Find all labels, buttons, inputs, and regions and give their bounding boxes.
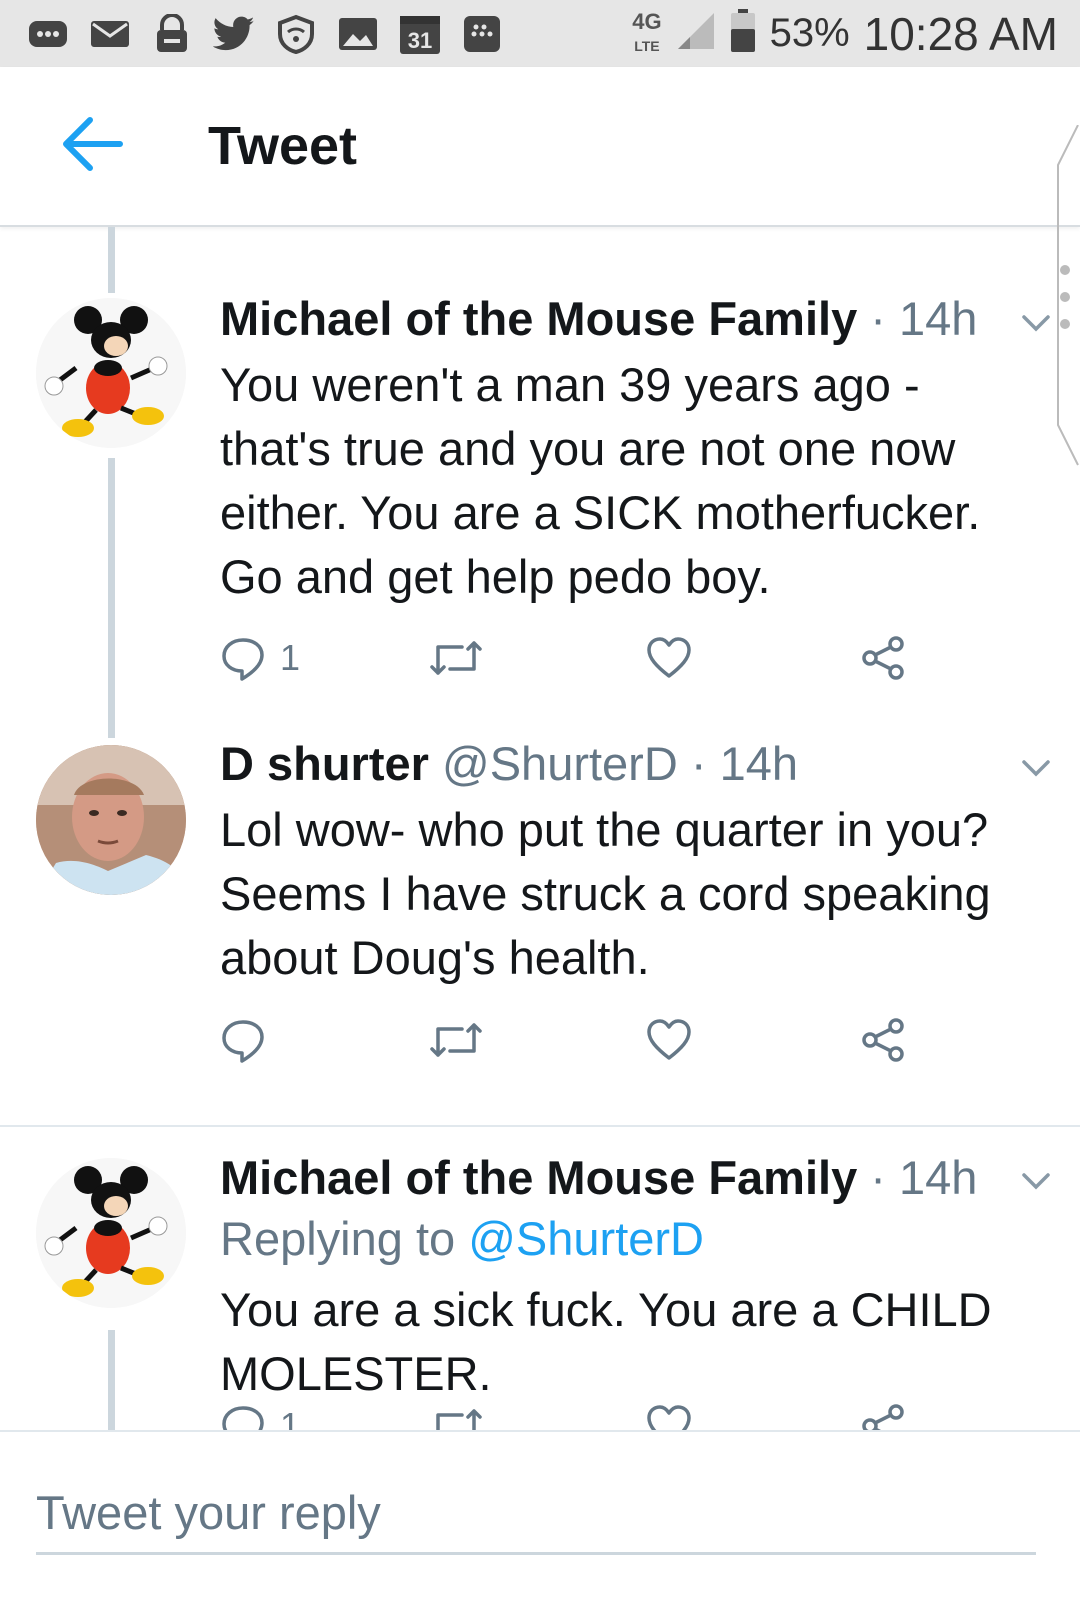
tweet-actions: 1 — [220, 630, 940, 686]
replying-to-mention[interactable]: @ShurterD — [468, 1212, 704, 1265]
tweet-time: 14h — [719, 737, 798, 790]
share-button[interactable] — [860, 630, 906, 686]
signal-icon — [676, 11, 716, 56]
page-title: Tweet — [208, 116, 358, 176]
share-icon — [862, 1018, 904, 1062]
calendar-icon: 31 — [398, 12, 442, 56]
tweet: Michael of the Mouse Family · 14h Replyi… — [220, 1150, 1030, 1406]
tweet: D shurter @ShurterD · 14h Lol wow- who p… — [220, 736, 1030, 990]
reply-composer — [0, 1430, 1080, 1622]
back-button[interactable] — [52, 109, 132, 179]
vpn-lock-icon — [150, 12, 194, 56]
reply-count: 1 — [280, 637, 301, 678]
calendar-day: 31 — [408, 28, 432, 53]
tweet-text: Lol wow- who put the quarter in you? See… — [220, 803, 991, 984]
network-sub: LTE — [634, 37, 660, 54]
author-name[interactable]: Michael of the Mouse Family — [220, 1151, 857, 1204]
chevron-down-icon[interactable] — [1018, 750, 1054, 786]
author-name[interactable]: D shurter — [220, 737, 429, 790]
avatar[interactable] — [36, 745, 186, 895]
tweet-text: You are a sick fuck. You are a CHILD MOL… — [220, 1283, 992, 1400]
more-notifications-icon — [26, 12, 70, 56]
network-type: 4G — [632, 8, 662, 34]
tweet-time: 14h — [899, 1151, 978, 1204]
thread-line — [108, 458, 115, 738]
like-button[interactable] — [646, 630, 692, 686]
heart-icon — [647, 1019, 691, 1060]
avatar[interactable] — [36, 1158, 186, 1308]
twitter-bird-icon — [212, 12, 256, 56]
retweet-button[interactable] — [428, 630, 484, 686]
share-button[interactable] — [860, 1012, 906, 1068]
mail-icon — [88, 12, 132, 56]
tweet-reply-input[interactable] — [36, 1472, 1036, 1555]
retweet-button[interactable] — [428, 1012, 484, 1068]
replying-to-line: Replying to @ShurterD — [220, 1206, 1030, 1272]
heart-icon — [647, 637, 691, 678]
arrow-left-icon — [63, 117, 123, 171]
edge-panel-handle[interactable] — [1050, 125, 1080, 485]
thread-line — [108, 227, 115, 293]
shield-wifi-icon — [274, 12, 318, 56]
avatar[interactable] — [36, 298, 186, 448]
retweet-icon — [430, 1023, 482, 1057]
reply-button[interactable]: 1 — [220, 630, 300, 686]
status-bar: 31 4G LTE 53% 10:28 AM — [0, 0, 1080, 67]
tweet-actions — [220, 1012, 940, 1068]
share-icon — [862, 636, 904, 680]
app-header: Tweet — [0, 67, 1080, 227]
battery-icon — [730, 9, 756, 58]
chevron-down-icon[interactable] — [1018, 1163, 1054, 1199]
divider — [0, 1125, 1080, 1127]
chevron-down-icon[interactable] — [1018, 305, 1054, 341]
replying-to-label: Replying to — [220, 1212, 456, 1265]
retweet-icon — [430, 641, 482, 675]
mickey-mouse-avatar-icon — [36, 298, 186, 448]
mickey-mouse-avatar-icon — [36, 1158, 186, 1308]
battery-percent: 53% — [769, 11, 850, 55]
tweet-time: 14h — [899, 292, 978, 345]
thread-line — [108, 1330, 115, 1430]
clock: 10:28 AM — [863, 7, 1058, 60]
blackberry-icon — [460, 12, 504, 56]
like-button[interactable] — [646, 1012, 692, 1068]
gallery-image-icon — [336, 12, 380, 56]
reply-button[interactable] — [220, 1012, 280, 1068]
author-handle[interactable]: @ShurterD — [442, 737, 678, 790]
tweet: Michael of the Mouse Family · 14h You we… — [220, 291, 1030, 609]
author-name[interactable]: Michael of the Mouse Family — [220, 292, 857, 345]
man-photo-avatar-icon — [36, 745, 186, 895]
reply-icon — [222, 638, 264, 681]
tweet-text: You weren't a man 39 years ago - that's … — [220, 358, 981, 603]
reply-icon — [222, 1020, 264, 1063]
